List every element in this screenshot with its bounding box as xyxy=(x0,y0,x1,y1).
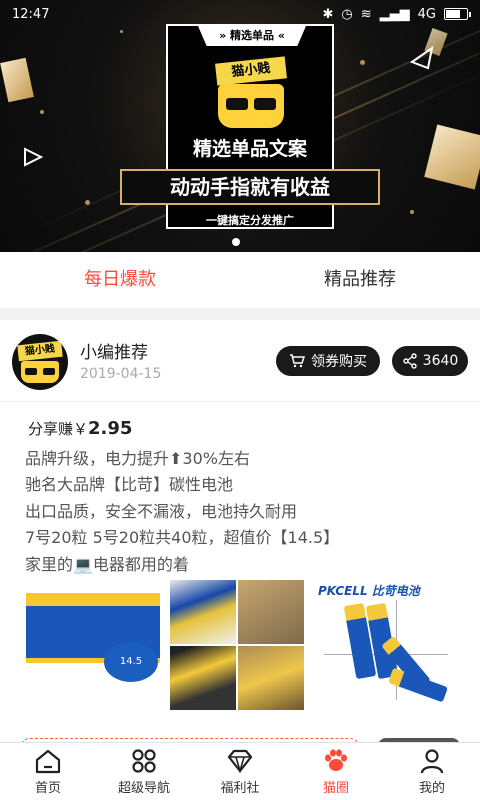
home-icon xyxy=(35,749,61,773)
earn-label: 分享赚￥ xyxy=(28,420,89,438)
sparkle xyxy=(120,30,123,33)
sparkle xyxy=(40,110,44,114)
signal-icon: ▂▄▆ xyxy=(379,6,410,22)
diamond-icon xyxy=(227,749,253,774)
description-line: 7号20粒 5号20粒共40粒，超值价【14.5】 xyxy=(25,528,340,548)
cat-face-icon xyxy=(218,84,284,128)
battery-icon xyxy=(444,8,471,20)
status-bar: 12:47 ✱ ◷ ≋ ▂▄▆ 4G xyxy=(0,0,480,28)
tab-recommended[interactable]: 精品推荐 xyxy=(240,252,480,308)
nav-label: 超级导航 xyxy=(117,780,170,796)
avatar-text: 猫小贱 xyxy=(17,340,63,362)
product-image[interactable] xyxy=(170,580,304,710)
banner-subtitle: 一键搞定分发推广 xyxy=(206,214,294,227)
product-images: 14.5 PKCELL 比苛电池 xyxy=(26,580,466,710)
grid-icon xyxy=(132,748,156,773)
bottom-nav: 首页 超级导航 福利社 猫圈 我的 xyxy=(0,742,480,800)
nav-mine[interactable]: 我的 xyxy=(384,743,480,800)
banner-title: 精选单品文案 xyxy=(192,138,307,160)
cat-logo: 猫小贱 xyxy=(208,54,296,130)
gold-cube xyxy=(424,124,480,190)
cat-face-icon xyxy=(21,361,59,383)
avatar[interactable]: 猫小贱 xyxy=(12,334,68,390)
network-type: 4G xyxy=(417,6,436,22)
product-image[interactable]: 14.5 xyxy=(26,580,160,710)
cart-icon xyxy=(290,354,305,368)
image-tile xyxy=(238,580,304,644)
image-tile xyxy=(238,646,304,710)
nav-label: 猫圈 xyxy=(322,780,349,796)
nav-super-guide[interactable]: 超级导航 xyxy=(96,743,192,800)
coupon-buy-label: 领券购买 xyxy=(311,354,367,370)
nav-label: 首页 xyxy=(34,780,61,796)
paw-icon xyxy=(325,748,347,771)
description-line: 家里的💻电器都用的着 xyxy=(25,554,189,574)
post-header: 猫小贱 小编推荐 2019-04-15 领券购买 3640 xyxy=(0,320,480,402)
image-tile xyxy=(170,646,236,710)
alarm-icon: ◷ xyxy=(341,6,353,22)
author-name: 小编推荐 xyxy=(80,343,148,363)
share-button[interactable]: 3640 xyxy=(392,346,468,376)
earn-value: 2.95 xyxy=(88,418,133,439)
logo-text: 猫小贱 xyxy=(215,56,287,86)
sparkle xyxy=(85,200,90,205)
share-count: 3640 xyxy=(422,353,459,369)
nav-label: 福利社 xyxy=(220,780,260,796)
share-icon xyxy=(402,353,417,369)
product-image[interactable]: PKCELL 比苛电池 xyxy=(314,580,448,710)
nav-welfare[interactable]: 福利社 xyxy=(192,743,288,800)
description-line: 出口品质，安全不漏液，电池持久耐用 xyxy=(25,501,298,521)
bluetooth-icon: ✱ xyxy=(322,6,334,22)
gold-cube xyxy=(0,57,34,103)
coupon-buy-button[interactable]: 领券购买 xyxy=(276,346,380,376)
nav-home[interactable]: 首页 xyxy=(0,743,96,800)
image-tile xyxy=(170,580,236,644)
status-time: 12:47 xyxy=(12,6,50,22)
app-screen: » 精选单品 « 猫小贱 精选单品文案 动动手指就有收益 一键搞定分发推广 12… xyxy=(0,0,480,800)
tab-bar: 每日爆款 精品推荐 xyxy=(0,252,480,308)
user-icon xyxy=(420,748,444,773)
post-card: 猫小贱 小编推荐 2019-04-15 领券购买 3640 分享赚￥2.95 品… xyxy=(0,320,480,800)
nav-label: 我的 xyxy=(418,780,445,796)
description-line: 驰名大品牌【比苛】碳性电池 xyxy=(25,475,234,495)
carousel-indicator[interactable] xyxy=(232,238,240,246)
nav-cat-circle[interactable]: 猫圈 xyxy=(288,743,384,800)
triangle-icon xyxy=(24,147,44,167)
share-earn: 分享赚￥2.95 xyxy=(28,418,132,439)
status-icons: ✱ ◷ ≋ ▂▄▆ 4G xyxy=(322,6,471,22)
brand-logo-text: PKCELL 比苛电池 xyxy=(318,584,420,598)
banner-ribbon: 动动手指就有收益 xyxy=(120,169,380,205)
promo-banner[interactable]: » 精选单品 « 猫小贱 精选单品文案 动动手指就有收益 一键搞定分发推广 xyxy=(0,0,480,252)
wifi-icon: ≋ xyxy=(360,6,372,22)
poster-tag: » 精选单品 « xyxy=(198,26,306,46)
sparkle xyxy=(410,210,414,214)
triangle-icon xyxy=(409,45,434,70)
sparkle xyxy=(360,60,365,65)
post-description: 品牌升级，电力提升⬆30%左右 驰名大品牌【比苛】碳性电池 出口品质，安全不漏液… xyxy=(25,446,465,578)
banner-poster: » 精选单品 « 猫小贱 精选单品文案 动动手指就有收益 一键搞定分发推广 xyxy=(120,24,380,229)
description-line: 品牌升级，电力提升⬆30%左右 xyxy=(25,449,250,468)
tab-daily-hot[interactable]: 每日爆款 xyxy=(0,252,240,308)
post-date: 2019-04-15 xyxy=(80,366,162,382)
price-badge: 14.5 xyxy=(104,642,158,682)
